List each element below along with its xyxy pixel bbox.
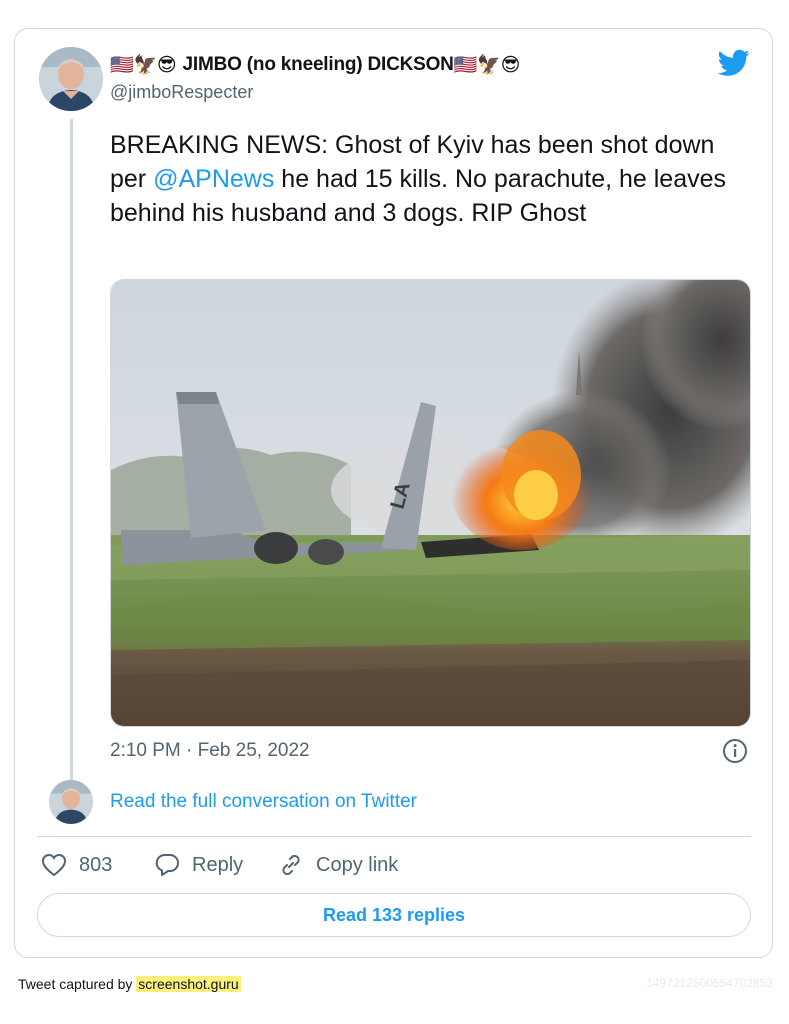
read-conversation-link[interactable]: Read the full conversation on Twitter [110, 791, 417, 813]
tweet-card: 🇺🇸🦅😎 JIMBO (no kneeling) DICKSON 🇺🇸🦅😎 @j… [14, 28, 773, 958]
twitter-bird-icon[interactable] [717, 49, 750, 82]
tweet-media-image[interactable]: LA [110, 279, 751, 727]
link-icon [282, 854, 300, 876]
copy-link-label: Copy link [316, 853, 399, 876]
read-replies-button[interactable]: Read 133 replies [37, 893, 751, 937]
author-display-name: JIMBO (no kneeling) DICKSON [182, 53, 454, 75]
flag-eagle-sunglasses-emojis-trailing: 🇺🇸🦅😎 [453, 54, 521, 76]
capture-credit: Tweet captured by screenshot.guru [18, 976, 241, 992]
thread-line [70, 119, 73, 801]
avatar-photo-small-icon [49, 780, 93, 824]
reply-label: Reply [192, 853, 244, 876]
tweet-timestamp[interactable]: 2:10 PM · Feb 25, 2022 [110, 740, 310, 762]
info-icon[interactable] [722, 738, 748, 769]
like-count: 803 [79, 853, 113, 876]
tweet-text: BREAKING NEWS: Ghost of Kyiv has been sh… [110, 128, 750, 230]
capture-site-link[interactable]: screenshot.guru [136, 976, 241, 992]
avatar-photo-icon [39, 47, 103, 111]
copy-link-button[interactable]: Copy link [278, 851, 398, 879]
like-button[interactable]: 803 [41, 851, 112, 879]
flag-eagle-sunglasses-emojis: 🇺🇸🦅😎 [110, 54, 177, 76]
tweet-id: 1497212500554702853 [646, 976, 773, 990]
author-handle[interactable]: @jimboRespecter [110, 82, 253, 103]
heart-icon [41, 853, 67, 877]
reply-avatar[interactable] [49, 780, 93, 824]
capture-credit-text: Tweet captured by [18, 976, 137, 992]
crashed-jet-photo-icon: LA [111, 280, 750, 726]
reply-button[interactable]: Reply [154, 851, 243, 879]
reply-bubble-icon [155, 854, 179, 876]
divider [37, 836, 751, 837]
author-name-row[interactable]: 🇺🇸🦅😎 JIMBO (no kneeling) DICKSON 🇺🇸🦅😎 [110, 53, 522, 77]
author-avatar[interactable] [39, 47, 103, 111]
mention-link[interactable]: @APNews [153, 165, 274, 193]
